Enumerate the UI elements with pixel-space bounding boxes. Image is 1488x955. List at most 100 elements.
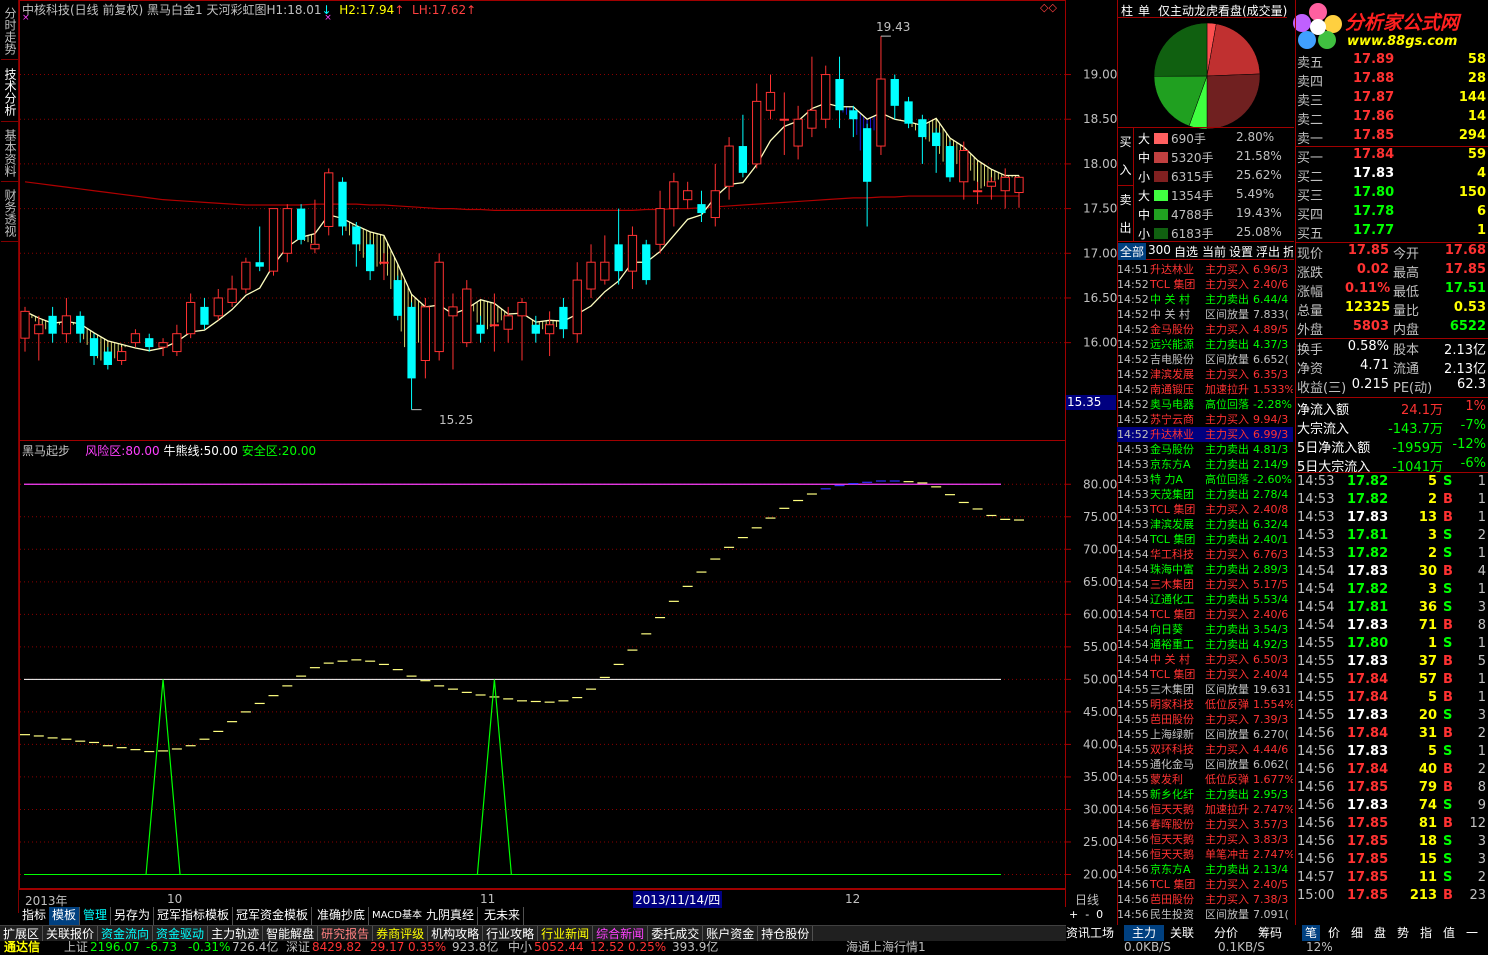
list-item[interactable]: 14:54 TCL 集团 主力买入 2.40/6 [1117,607,1293,622]
btab-related[interactable]: 关联 [1170,925,1194,941]
tab-active[interactable]: 仅主动 [1158,2,1194,19]
tab-indicator[interactable]: 指标 [19,907,51,925]
list-value: 2.13/4 [1253,863,1289,876]
tick-view-tab[interactable]: 一 [1463,925,1481,941]
list-item[interactable]: 14:55 三木集团 区间放量 19.631 [1117,682,1293,697]
list-item[interactable]: 14:52 津滨发展 主力买入 6.35/3 [1117,367,1293,382]
list-item[interactable]: 14:52 南通锻压 加速拉升 1.533% [1117,382,1293,397]
list-item[interactable]: 14:54 珠海中富 主力卖出 2.89/3 [1117,562,1293,577]
list-item[interactable]: 14:56 京东方A 主力卖出 2.13/4 [1117,862,1293,877]
list-item[interactable]: 14:56 恒天天鹅 单笔冲击 2.747% [1117,847,1293,862]
list-item[interactable]: 14:52 中 关 村 主力卖出 6.44/4 [1117,292,1293,307]
tick-row: 14:56 17.83 74 S 9 [1295,798,1488,816]
tab-profile[interactable]: 基本资料 [1,124,18,182]
tab-champion-ind[interactable]: 冠军指标模板 [154,907,234,925]
list-item[interactable]: 14:54 中 关 村 主力买入 6.50/3 [1117,652,1293,667]
tab-saveas[interactable]: 另存为 [111,907,155,925]
zx-label: 中小 [508,940,533,954]
tick-view-tab[interactable]: 指 [1417,925,1435,941]
list-item[interactable]: 14:51 升达林业 主力买入 6.96/3 [1117,262,1293,277]
candle-body-down [476,324,485,334]
list-value: 2.747% [1253,848,1293,861]
tick-view-tab[interactable]: 势 [1394,925,1412,941]
window-control-icons[interactable]: ◇◇ [1040,1,1057,14]
list-item[interactable]: 14:54 通裕重工 主力卖出 4.92/3 [1117,637,1293,652]
tab-manage[interactable]: 管理 [80,907,112,925]
list-item[interactable]: 14:52 中 关 村 区间放量 7.833( [1117,307,1293,322]
list-item[interactable]: 14:54 华工科技 主力买入 6.76/3 [1117,547,1293,562]
function-tab[interactable]: 持仓股份 [758,926,814,942]
list-tab-300[interactable]: 300 [1148,243,1171,257]
period-label[interactable]: 日线 [1075,891,1099,908]
tick-view-tab[interactable]: 细 [1348,925,1366,941]
tab-jiuyin[interactable]: 九阴真经 [423,907,479,925]
list-tab-current[interactable]: 当前 [1202,243,1226,260]
tab-dragon[interactable]: 龙虎看盘(成交量) [1194,2,1294,19]
list-item[interactable]: 14:54 TCL 集团 主力买入 2.40/4 [1117,667,1293,682]
list-item[interactable]: 14:54 TCL 集团 主力卖出 2.40/1 [1117,532,1293,547]
list-tab-float[interactable]: 浮出 [1256,243,1280,260]
list-item[interactable]: 14:55 双环科技 主力买入 4.44/6 [1117,742,1293,757]
list-item[interactable]: 14:52 金马股份 主力买入 4.89/5 [1117,322,1293,337]
tab-intraday[interactable]: 分时走势 [1,2,18,60]
list-item[interactable]: 14:56 恒天天鹅 主力买入 3.83/3 [1117,832,1293,847]
list-item[interactable]: 14:52 吉电股份 区间放量 6.652( [1117,352,1293,367]
tab-single[interactable]: 单 [1138,2,1150,19]
tab-champion-fund[interactable]: 冠军资金模板 [233,907,313,925]
flow-volume: 4788手 [1171,208,1214,222]
tab-finance[interactable]: 财务透视 [1,184,18,242]
header-marks: × × [22,13,332,23]
tab-template[interactable]: 模板 [49,907,81,925]
list-item[interactable]: 14:52 苏宁云商 主力买入 9.94/3 [1117,412,1293,427]
list-tab-fav[interactable]: 自选 [1174,243,1198,260]
list-item[interactable]: 14:53 津滨发展 主力卖出 6.32/4 [1117,517,1293,532]
news-ticker[interactable]: 海通上海行情1 [846,939,926,955]
tick-view-tab[interactable]: 盘 [1371,925,1389,941]
list-tab-settings[interactable]: 设置 [1229,243,1253,260]
tick-price: 17.84 [1347,726,1389,741]
list-item[interactable]: 14:52 远兴能源 主力卖出 4.37/3 [1117,337,1293,352]
tab-bottom-fish[interactable]: 准确抄底 [314,907,370,925]
list-item[interactable]: 14:52 奥马电器 高位回落 -2.28% [1117,397,1293,412]
list-item[interactable]: 14:55 新乡化纤 主力卖出 2.95/3 [1117,787,1293,802]
list-item[interactable]: 14:55 芭田股份 主力买入 7.39/3 [1117,712,1293,727]
list-item[interactable]: 14:55 上海绿新 区间放量 6.270( [1117,727,1293,742]
list-item[interactable]: 14:52 TCL 集团 主力买入 2.40/6 [1117,277,1293,292]
tick-price: 17.83 [1347,654,1389,669]
list-item[interactable]: 14:56 恒天天鹅 加速拉升 2.747% [1117,802,1293,817]
candle-body-up [130,333,141,344]
tab-technical[interactable]: 技术分析 [1,62,18,122]
list-item[interactable]: 14:54 向日葵 主力卖出 3.54/3 [1117,622,1293,637]
list-item[interactable]: 14:56 春晖股份 主力买入 3.57/3 [1117,817,1293,832]
list-item[interactable]: 14:53 特 力A 高位回落 -2.60% [1117,472,1293,487]
list-item[interactable]: 14:56 民生投资 区间放量 7.091( [1117,907,1293,922]
list-item[interactable]: 14:54 辽通化工 主力卖出 5.53/4 [1117,592,1293,607]
list-item[interactable]: 14:52 升达林业 主力买入 6.99/3 [1117,427,1293,442]
list-item[interactable]: 14:53 京东方A 主力卖出 2.14/9 [1117,457,1293,472]
lh-arrow-icon: ↑ [466,3,477,17]
indicator-axis-label: 35.00 [1083,770,1117,784]
list-item[interactable]: 14:53 TCL 集团 主力买入 2.40/8 [1117,502,1293,517]
list-item[interactable]: 14:55 明家科技 低位反弹 1.554% [1117,697,1293,712]
list-tab-all[interactable]: 全部 [1118,243,1147,260]
list-item[interactable]: 14:56 TCL 集团 主力买入 2.40/5 [1117,877,1293,892]
tick-side: B [1443,816,1453,831]
tick-row: 14:56 17.85 79 B 8 [1295,780,1488,798]
tick-count: 1 [1477,672,1486,687]
list-item[interactable]: 14:53 天茂集团 主力卖出 2.78/4 [1117,487,1293,502]
tab-nofuture[interactable]: 无未来 [481,907,525,925]
info-workshop-button[interactable]: 资讯工场 [1066,925,1114,941]
list-tab-fold[interactable]: 折 [1283,243,1293,260]
list-item[interactable]: 14:53 金马股份 主力卖出 4.81/3 [1117,442,1293,457]
tab-bar[interactable]: 柱 [1121,2,1133,19]
list-item[interactable]: 14:54 三木集团 主力买入 5.17/5 [1117,577,1293,592]
list-item[interactable]: 14:56 芭田股份 主力买入 7.38/3 [1117,892,1293,907]
list-event: 主力买入 [1205,743,1249,756]
zoom-controls[interactable]: + - 0 [1069,908,1103,921]
left-tab-strip: 分时走势 技术分析 基本资料 财务透视 [0,0,19,913]
list-item[interactable]: 14:55 蒙发利 低位反弹 1.677% [1117,772,1293,787]
tab-macd[interactable]: MACD基本 [369,907,426,925]
list-stock: 津滨发展 [1150,368,1194,381]
tick-view-tab[interactable]: 值 [1440,925,1458,941]
list-item[interactable]: 14:55 通化金马 区间放量 6.062( [1117,757,1293,772]
